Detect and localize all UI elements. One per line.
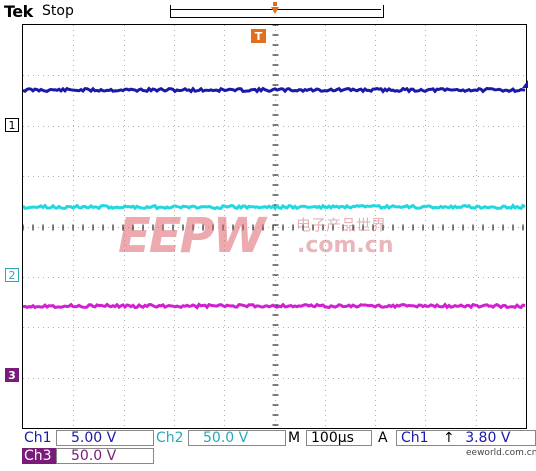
acquisition-status: Stop: [42, 3, 74, 19]
ch1-trace: [23, 86, 526, 94]
ch3-ground-marker[interactable]: 3: [5, 368, 19, 382]
graticule: T: [23, 25, 526, 428]
ch1-label: Ch1: [24, 430, 52, 446]
watermark-logo: EEPW: [118, 208, 266, 264]
trigger-readout[interactable]: Ch1 ↑ 3.80 V: [396, 430, 536, 446]
ch2-scale[interactable]: 50.0 V: [188, 430, 286, 446]
trigger-label: A: [378, 430, 388, 446]
watermark-chinese: 电子产品世界: [296, 216, 387, 234]
ch3-label: Ch3: [22, 448, 56, 464]
trigger-source: Ch1: [401, 430, 429, 446]
scope-header: Tek Stop: [0, 0, 536, 24]
ch2-label: Ch2: [156, 430, 184, 446]
watermark-url: .com.cn: [297, 233, 394, 258]
ch2-ground-marker[interactable]: 2: [5, 268, 19, 282]
trigger-position-icon: [271, 2, 279, 14]
ch1-scale[interactable]: 5.00 V: [56, 430, 154, 446]
ch1-ground-marker[interactable]: 1: [5, 118, 19, 132]
trigger-marker-label: T: [255, 30, 263, 43]
waveform-display[interactable]: T: [22, 24, 527, 429]
corner-watermark: eeworld.com.cn: [466, 448, 536, 458]
ch2-trace: [23, 203, 526, 211]
readout-bar: Ch1 5.00 V Ch2 50.0 V M 100µs A Ch1 ↑ 3.…: [0, 430, 536, 471]
trigger-level-marker[interactable]: [522, 80, 528, 88]
ch3-scale[interactable]: 50.0 V: [56, 448, 154, 464]
main-timebase-label: M: [288, 430, 301, 446]
brand-label: Tek: [4, 2, 33, 21]
timebase-value[interactable]: 100µs: [306, 430, 372, 446]
trigger-level: 3.80 V: [465, 430, 511, 446]
ch3-trace: [23, 302, 526, 310]
rising-edge-icon: ↑: [443, 430, 455, 446]
